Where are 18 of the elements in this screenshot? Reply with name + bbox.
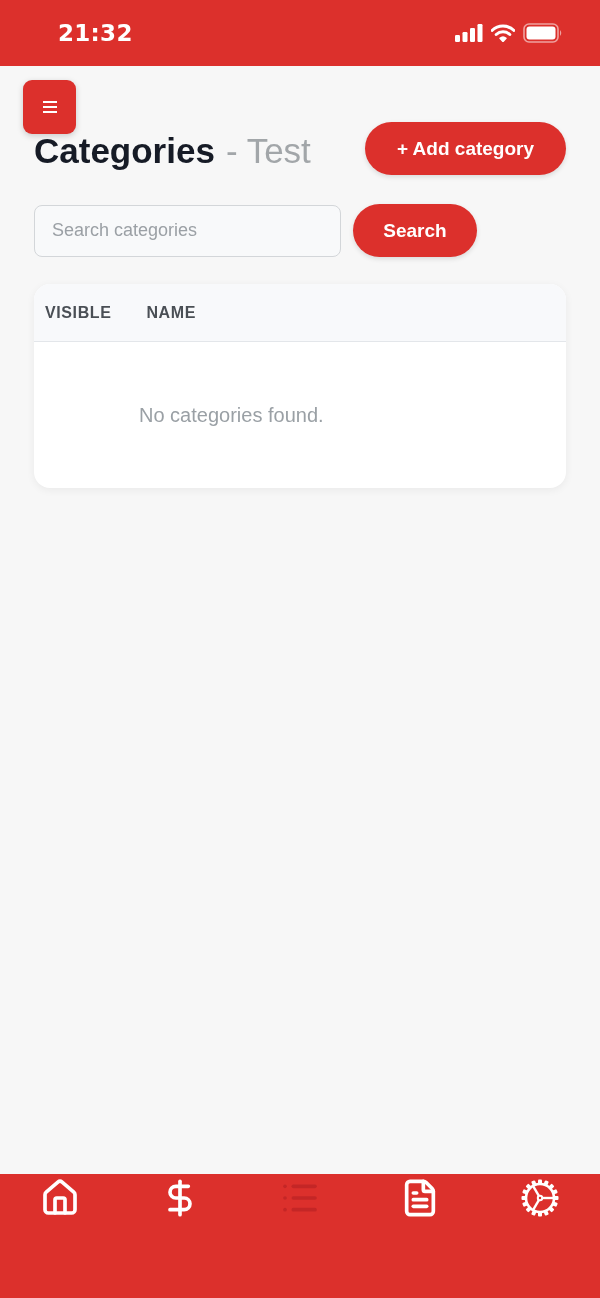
settings-icon	[520, 1178, 560, 1218]
battery-icon	[523, 23, 563, 43]
menu-icon	[42, 101, 57, 113]
page-title: Categories	[34, 133, 215, 168]
home-icon	[40, 1178, 80, 1218]
signal-icon	[455, 24, 483, 42]
search-field[interactable]: Search categories	[34, 204, 341, 257]
column-header: NAME	[146, 303, 196, 322]
add-category-button[interactable]: + Add category	[365, 122, 566, 175]
wifi-icon	[491, 24, 515, 42]
empty-message: No categories found.	[139, 403, 324, 427]
nav-tab[interactable]	[40, 1178, 80, 1218]
search-button[interactable]: Search	[353, 204, 477, 257]
column-header: VISIBLE	[45, 303, 112, 322]
nav-tab[interactable]	[520, 1178, 560, 1218]
status-time: 21:32	[58, 20, 133, 46]
page-subtitle: - Test	[225, 133, 311, 168]
menu-button[interactable]	[23, 80, 76, 134]
